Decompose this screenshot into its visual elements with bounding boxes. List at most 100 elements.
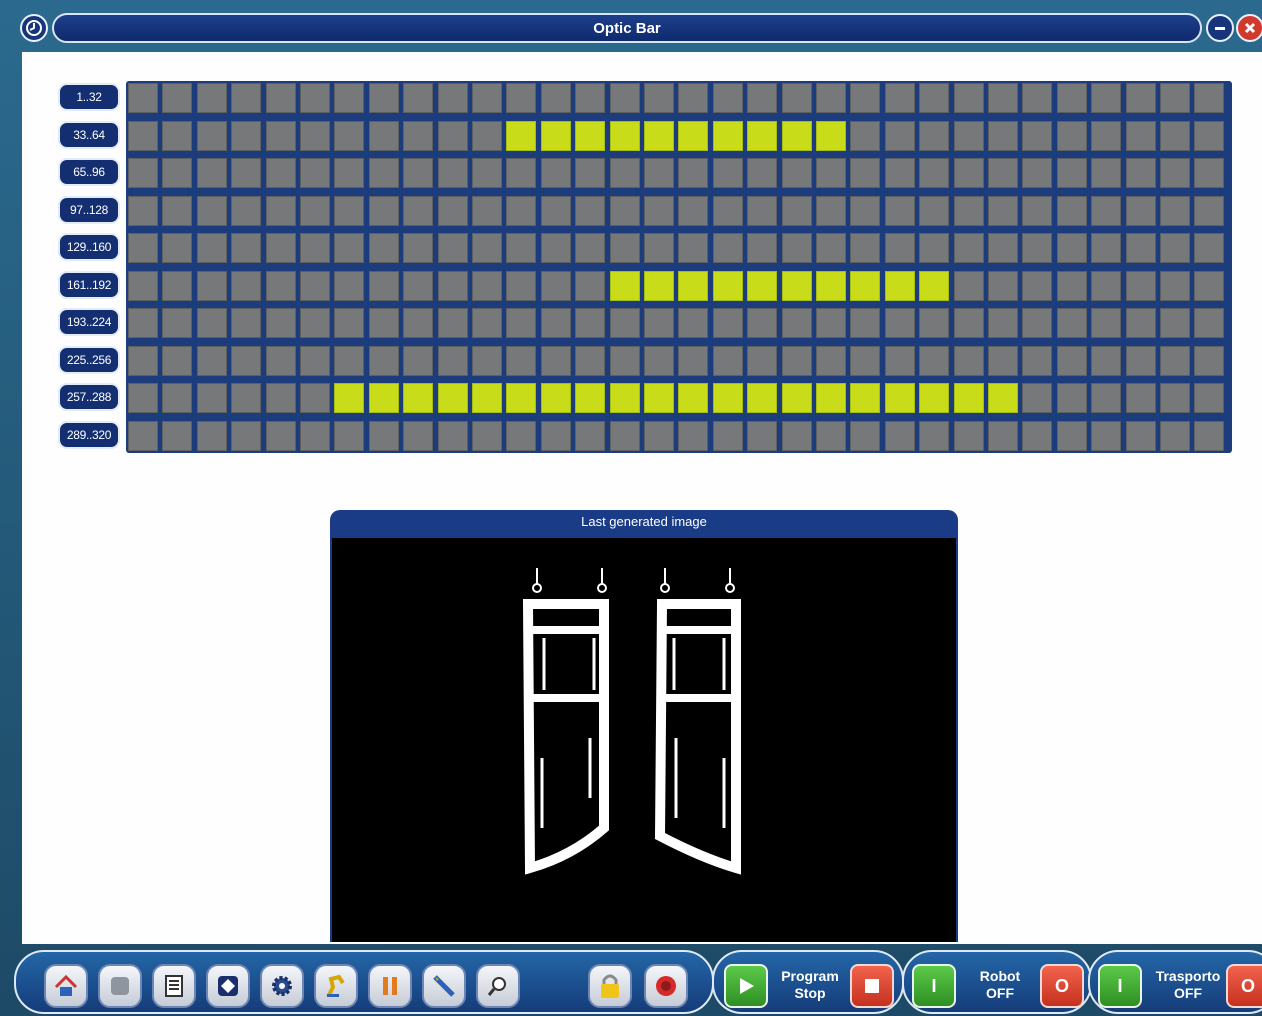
clock-icon[interactable] [20,14,48,42]
optic-cell [231,233,262,263]
optic-cell [678,270,709,301]
program-start-button[interactable] [724,964,768,1008]
transport-label-line2: OFF [1174,985,1202,1001]
optic-cell [884,383,915,413]
optic-cell [919,345,950,376]
columns-button[interactable] [368,964,412,1008]
optic-cell [747,270,778,301]
optic-cell [919,195,950,226]
zoom-button[interactable] [476,964,520,1008]
optic-cell [1160,120,1190,151]
optic-cell [644,383,674,413]
diamond-button[interactable] [206,964,250,1008]
optic-cell [678,420,709,451]
blank-button[interactable] [98,964,142,1008]
optic-cell [1125,120,1156,151]
optic-cell [575,420,606,451]
optic-cell [265,120,296,151]
optic-cell [953,270,984,301]
home-button[interactable] [44,964,88,1008]
robot-on-button[interactable]: I [912,964,956,1008]
optic-cell [609,420,640,451]
optic-cell [128,270,158,301]
optic-cell [816,158,846,188]
record-stop-button[interactable] [644,964,688,1008]
optic-cell [162,383,193,413]
optic-cell [988,270,1018,301]
magnifier-icon [487,977,506,996]
settings-button[interactable] [260,964,304,1008]
optic-cell [1056,195,1087,226]
optic-cell [540,308,571,338]
optic-cell [231,270,262,301]
optic-cell [953,308,984,338]
optic-cell [300,308,330,338]
optic-cell [403,158,434,188]
transport-off-button[interactable]: O [1226,964,1262,1008]
optic-cell [850,158,881,188]
optic-cell [884,270,915,301]
optic-cell [747,120,778,151]
optic-cell [437,270,468,301]
optic-cell [162,83,193,113]
toolbar-main-segment [14,950,714,1014]
pen-button[interactable] [422,964,466,1008]
optic-cell [265,383,296,413]
optic-cell [712,233,743,263]
optic-cell [1056,383,1087,413]
play-icon [740,978,754,994]
transport-status-label: Trasporto OFF [1146,968,1230,1002]
optic-cell [1056,158,1087,188]
optic-cell [1125,383,1156,413]
optic-cell [1125,83,1156,113]
optic-cell [162,158,193,188]
optic-cell [128,195,158,226]
optic-cell [1091,233,1122,263]
optic-cell [1160,383,1190,413]
window-title: Optic Bar [593,20,661,37]
lock-button[interactable] [588,964,632,1008]
list-button[interactable] [152,964,196,1008]
optic-cell [300,345,330,376]
optic-cell [334,420,365,451]
optic-cell [196,270,227,301]
optic-cell [575,158,606,188]
optic-cell [816,308,846,338]
optic-cell [1091,83,1122,113]
optic-cell [575,345,606,376]
optic-cell [850,270,881,301]
optic-cell [437,420,468,451]
optic-cell [472,308,502,338]
optic-cell [231,420,262,451]
robot-off-button[interactable]: O [1040,964,1084,1008]
program-stop-button[interactable] [850,964,894,1008]
optic-cell [609,158,640,188]
row-label: 257..288 [58,383,120,411]
close-button[interactable] [1236,14,1262,42]
program-label-line2: Stop [794,985,826,1001]
optic-cell [1056,308,1087,338]
optic-cell [747,195,778,226]
optic-cell [368,345,399,376]
optic-cell [609,233,640,263]
robot-button[interactable] [314,964,358,1008]
optic-cell [1160,83,1190,113]
optic-cell [1056,233,1087,263]
transport-on-button[interactable]: I [1098,964,1142,1008]
optic-cell [781,195,812,226]
optic-cell [1194,83,1225,113]
optic-cell [1091,195,1122,226]
optic-cell [644,158,674,188]
optic-cell [1091,308,1122,338]
optic-cell [712,308,743,338]
minimize-button[interactable] [1206,14,1234,42]
optic-cell [506,420,537,451]
optic-cell [128,158,158,188]
optic-cell [506,83,537,113]
optic-cell [884,195,915,226]
optic-cell [403,308,434,338]
optic-cell [1091,345,1122,376]
optic-cell [540,345,571,376]
optic-cell [678,120,709,151]
optic-cell [472,345,502,376]
